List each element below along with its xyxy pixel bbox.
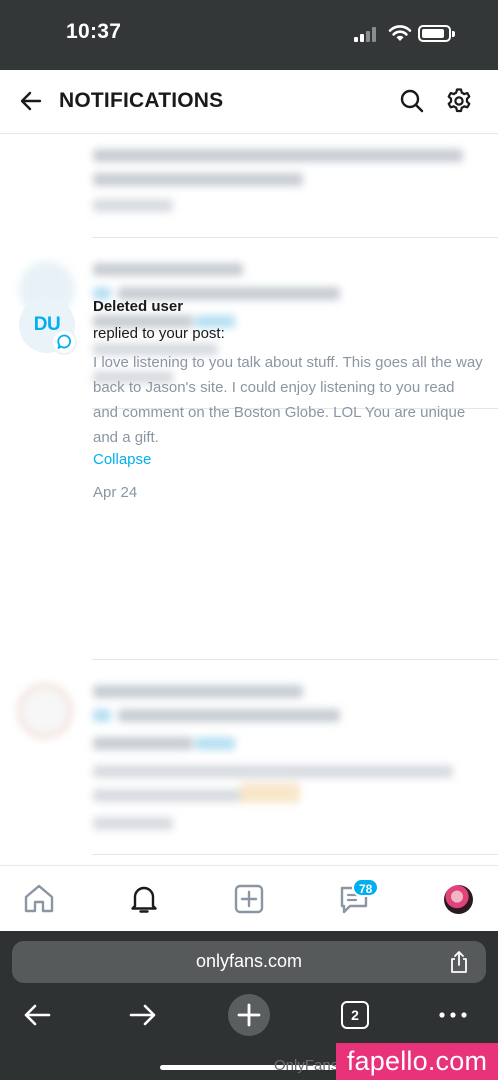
watermark: fapello.com	[336, 1043, 498, 1080]
tabs-button[interactable]: 2	[341, 1001, 369, 1029]
browser-toolbar: onlyfans.com 2 OnlyFans fapello.com	[0, 931, 498, 1080]
plus-icon	[237, 1003, 261, 1027]
add-post-icon[interactable]	[232, 882, 266, 916]
share-icon[interactable]	[448, 950, 470, 974]
home-icon[interactable]	[22, 882, 56, 916]
notification-action: replied to your post:	[93, 325, 225, 342]
collapse-link[interactable]: Collapse	[93, 451, 151, 468]
status-bar: 10:37	[0, 0, 498, 70]
cellular-signal-icon	[354, 26, 380, 42]
avatar[interactable]: DU	[19, 297, 77, 355]
browser-back-icon[interactable]	[22, 997, 52, 1033]
page-title: NOTIFICATIONS	[59, 89, 224, 112]
new-tab-button[interactable]	[228, 994, 270, 1036]
divider	[92, 237, 498, 238]
notifications-feed[interactable]: DU Deleted user replied to your post: I …	[0, 135, 498, 865]
more-options-icon[interactable]	[438, 997, 468, 1033]
faded-watermark: OnlyFans	[274, 1057, 339, 1074]
url-text: onlyfans.com	[195, 951, 303, 971]
browser-forward-icon[interactable]	[128, 997, 158, 1033]
wifi-icon	[388, 25, 412, 41]
divider	[92, 659, 498, 660]
back-arrow-icon[interactable]	[18, 88, 44, 114]
battery-icon	[418, 25, 455, 42]
page-header: NOTIFICATIONS	[0, 70, 498, 134]
comment-bubble-icon	[51, 329, 77, 355]
user-name[interactable]: Deleted user	[93, 298, 183, 315]
bottom-nav: 78	[0, 865, 498, 931]
bell-icon[interactable]	[127, 882, 161, 916]
divider	[92, 854, 498, 855]
gear-icon[interactable]	[445, 87, 473, 115]
comment-text: I love listening to you talk about stuff…	[93, 354, 483, 446]
url-bar[interactable]: onlyfans.com	[12, 941, 486, 983]
status-time: 10:37	[66, 20, 122, 43]
messages-badge: 78	[352, 878, 380, 897]
search-icon[interactable]	[399, 88, 425, 114]
notification-date: Apr 24	[93, 484, 138, 501]
profile-avatar[interactable]	[444, 885, 473, 914]
